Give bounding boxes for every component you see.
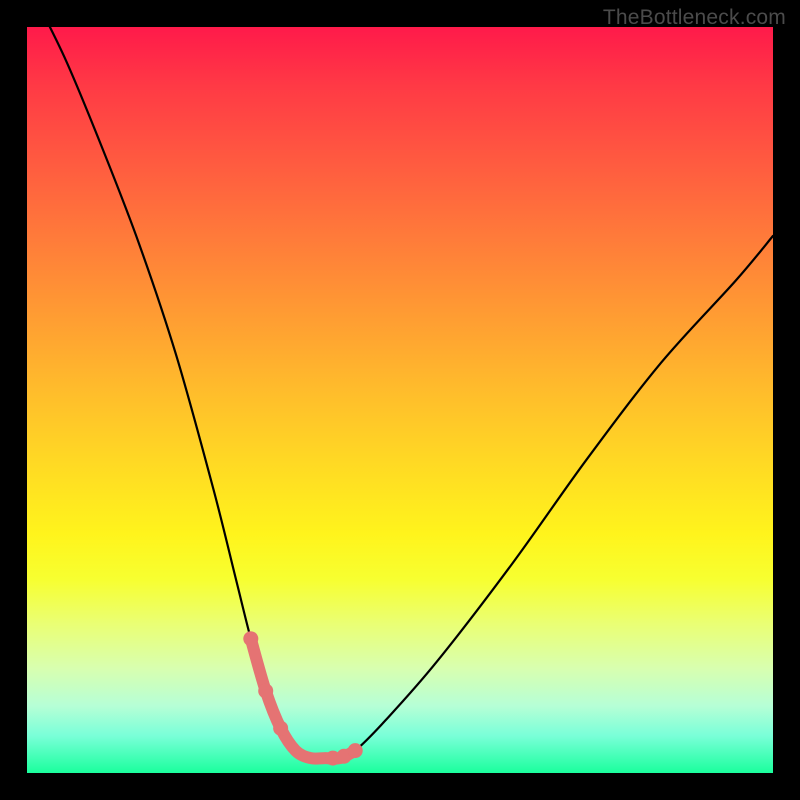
watermark-text: TheBottleneck.com — [603, 6, 786, 30]
highlight-dot — [243, 631, 258, 646]
bottleneck-highlight-dots — [243, 631, 362, 765]
highlight-dot — [273, 721, 288, 736]
bottleneck-highlight-segment — [251, 639, 355, 759]
chart-svg — [27, 27, 773, 773]
bottleneck-curve — [27, 0, 773, 759]
chart-plot-area — [27, 27, 773, 773]
highlight-dot — [348, 743, 363, 758]
highlight-dot — [258, 683, 273, 698]
